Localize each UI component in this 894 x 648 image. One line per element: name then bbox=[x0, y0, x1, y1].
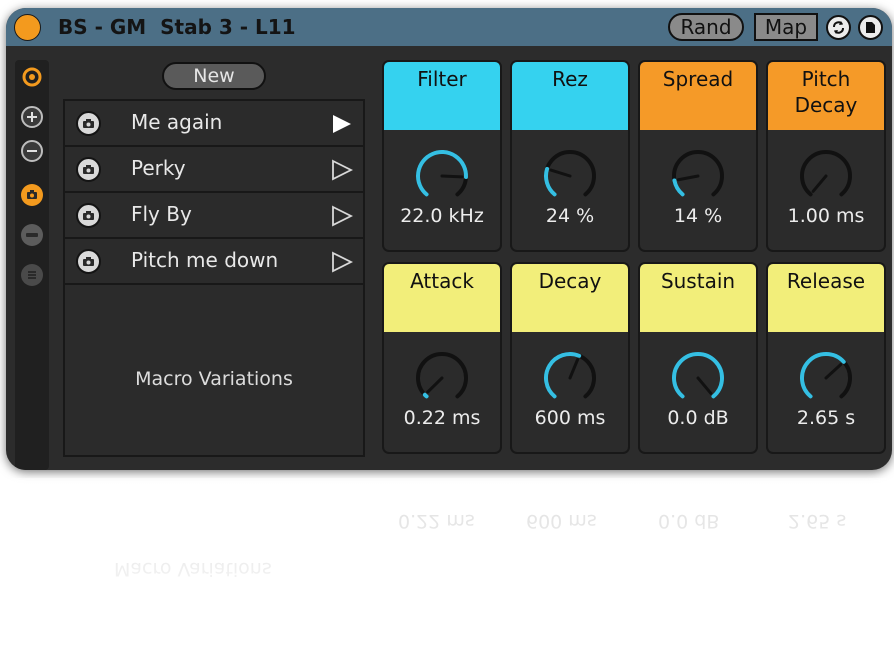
knob-track bbox=[672, 150, 724, 197]
macro-knob-7[interactable]: Sustain 0.0 dB bbox=[638, 262, 758, 454]
knob-needle bbox=[568, 358, 580, 380]
knob-track bbox=[800, 150, 852, 197]
knob-level-arc bbox=[416, 150, 468, 197]
device-title: BS - GM Stab 3 - L11 bbox=[58, 15, 296, 39]
macro-name: Pitch Decay bbox=[768, 62, 884, 130]
ableton-logo-icon[interactable] bbox=[21, 66, 43, 88]
macro-value: 0.0 dB bbox=[667, 407, 729, 429]
macro-knob-3[interactable]: Spread 14 % bbox=[638, 60, 758, 252]
knob-dial[interactable] bbox=[540, 348, 600, 408]
macro-value: 0.22 ms bbox=[403, 407, 481, 429]
macro-value: 24 % bbox=[545, 205, 595, 227]
save-icon[interactable] bbox=[858, 15, 883, 40]
variation-row[interactable]: Fly By bbox=[65, 193, 363, 239]
variations-panel: Me again Perky Fly By Pitch me down Macr… bbox=[63, 99, 365, 457]
knob-needle bbox=[676, 174, 700, 182]
macro-knob-8[interactable]: Release 2.65 s bbox=[766, 262, 886, 454]
device-on-toggle[interactable] bbox=[14, 14, 41, 41]
macro-name: Filter bbox=[384, 62, 500, 130]
knob-level-arc bbox=[672, 178, 685, 197]
new-variation-button[interactable]: New bbox=[162, 62, 266, 90]
knob-needle bbox=[549, 168, 572, 178]
variation-label: Fly By bbox=[131, 202, 192, 226]
knob-level-arc bbox=[544, 166, 557, 197]
camera-icon[interactable] bbox=[76, 249, 101, 274]
macro-knob-4[interactable]: Pitch Decay 1.00 ms bbox=[766, 60, 886, 252]
knob-level-arc bbox=[544, 352, 582, 399]
list-icon[interactable] bbox=[21, 264, 43, 286]
macro-value: 14 % bbox=[673, 205, 723, 227]
camera-icon[interactable] bbox=[76, 111, 101, 136]
variation-label: Pitch me down bbox=[131, 248, 279, 272]
macro-knob-1[interactable]: Filter 22.0 kHz bbox=[382, 60, 502, 252]
device-rack: BS - GM Stab 3 - L11 Rand Map New Me aga… bbox=[6, 8, 892, 470]
knob-track bbox=[416, 352, 468, 399]
knob-needle bbox=[440, 174, 464, 179]
camera-icon[interactable] bbox=[21, 184, 43, 206]
map-button[interactable]: Map bbox=[754, 13, 818, 41]
macro-sidebar bbox=[15, 60, 49, 470]
reflection: Macro Variations 0.22 ms 600 ms 0.0 dB 2… bbox=[6, 478, 892, 648]
knob-dial[interactable] bbox=[412, 348, 472, 408]
macro-name: Sustain bbox=[640, 264, 756, 332]
knob-needle bbox=[811, 174, 828, 193]
variation-row[interactable]: Perky bbox=[65, 147, 363, 193]
knob-needle bbox=[696, 376, 713, 395]
camera-icon[interactable] bbox=[76, 203, 101, 228]
macro-name: Release bbox=[768, 264, 884, 332]
macro-name: Spread bbox=[640, 62, 756, 130]
title-bar: BS - GM Stab 3 - L11 Rand Map bbox=[6, 8, 892, 46]
knob-level-arc bbox=[672, 352, 724, 399]
macro-value: 600 ms bbox=[534, 407, 606, 429]
macro-name: Attack bbox=[384, 264, 500, 332]
knob-dial[interactable] bbox=[412, 146, 472, 206]
variation-label: Perky bbox=[131, 156, 186, 180]
variation-row[interactable]: Me again bbox=[65, 101, 363, 147]
knob-dial[interactable] bbox=[540, 146, 600, 206]
knob-dial[interactable] bbox=[668, 146, 728, 206]
macro-value: 2.65 s bbox=[796, 407, 856, 429]
macro-name: Decay bbox=[512, 264, 628, 332]
collapse-icon[interactable] bbox=[21, 224, 43, 246]
refresh-icon[interactable] bbox=[826, 15, 851, 40]
knob-dial[interactable] bbox=[796, 146, 856, 206]
macro-name: Rez bbox=[512, 62, 628, 130]
knob-needle bbox=[426, 376, 444, 394]
play-icon[interactable] bbox=[331, 251, 353, 273]
knob-level-arc bbox=[422, 392, 429, 399]
play-icon[interactable] bbox=[331, 205, 353, 227]
macro-value: 1.00 ms bbox=[787, 205, 865, 227]
play-icon[interactable] bbox=[331, 159, 353, 181]
knob-needle bbox=[824, 363, 843, 380]
reflection-fade bbox=[6, 478, 892, 648]
macro-knob-5[interactable]: Attack 0.22 ms bbox=[382, 262, 502, 454]
macro-variations-label: Macro Variations bbox=[135, 368, 293, 390]
knob-dial[interactable] bbox=[796, 348, 856, 408]
knob-track bbox=[544, 150, 596, 197]
macro-value: 22.0 kHz bbox=[400, 205, 484, 227]
play-icon[interactable] bbox=[331, 113, 353, 135]
plus-icon[interactable] bbox=[21, 106, 43, 128]
variation-row[interactable]: Pitch me down bbox=[65, 239, 363, 285]
variation-label: Me again bbox=[131, 110, 223, 134]
camera-icon[interactable] bbox=[76, 157, 101, 182]
macro-knob-2[interactable]: Rez 24 % bbox=[510, 60, 630, 252]
minus-icon[interactable] bbox=[21, 140, 43, 162]
knob-dial[interactable] bbox=[668, 348, 728, 408]
rand-button[interactable]: Rand bbox=[668, 13, 744, 41]
macro-knob-6[interactable]: Decay 600 ms bbox=[510, 262, 630, 454]
knob-level-arc bbox=[800, 352, 846, 399]
